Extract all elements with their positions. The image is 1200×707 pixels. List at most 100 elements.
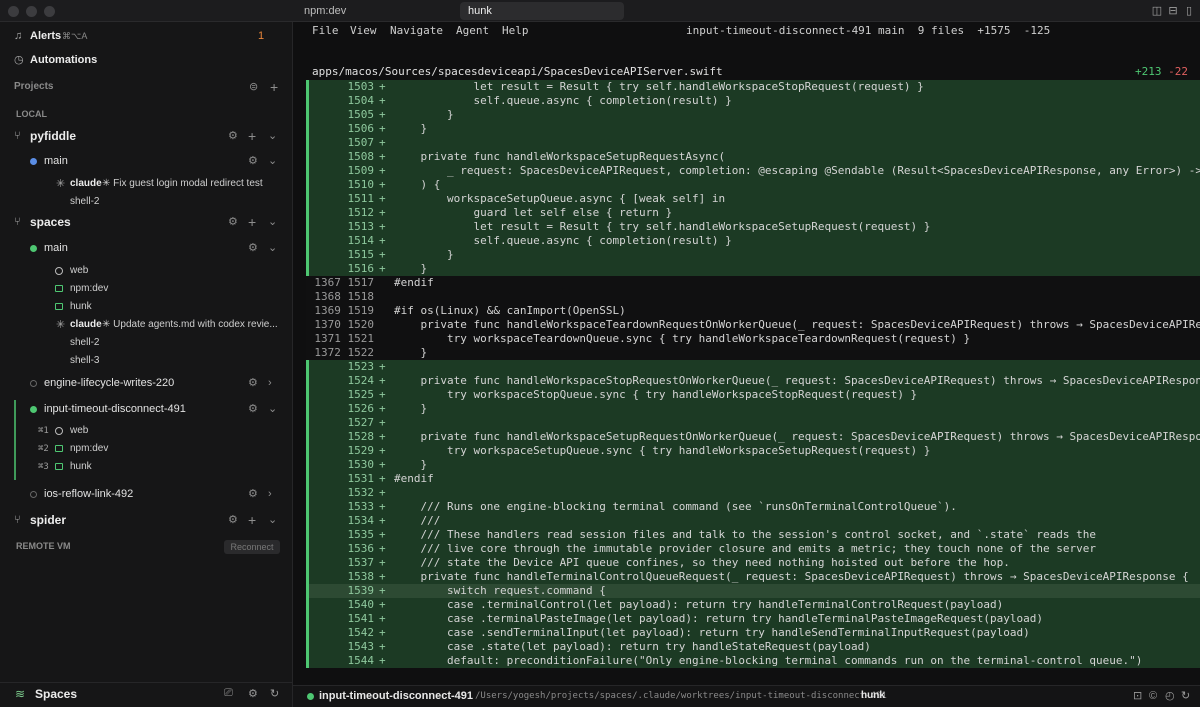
gear-icon[interactable]: ⚙ [248, 238, 258, 258]
diff-line-context[interactable]: 1367 1517 #endif [306, 276, 1200, 290]
chevron-right-icon[interactable]: › [268, 484, 272, 504]
diff-line-added[interactable]: 1526 + } [306, 402, 1200, 416]
sidebar-project-spaces[interactable]: ⑂ spaces ⚙ + ⌄ [0, 212, 293, 232]
diff-line-added[interactable]: 1536 + /// live core through the immutabl… [306, 542, 1200, 556]
sidebar-branch-input-timeout-disconnect-491[interactable]: input-timeout-disconnect-491 ⚙ ⌄ [0, 399, 293, 419]
diff-line-added[interactable]: 1527 + [306, 416, 1200, 430]
sidebar-session-npm-dev[interactable]: ⌘2 npm:dev [0, 439, 293, 459]
sidebar-session-hunk[interactable]: ⌘3 hunk [0, 457, 293, 477]
menu-help[interactable]: Help [502, 22, 529, 40]
add-icon[interactable]: + [248, 126, 256, 146]
diff-line-context[interactable]: 1369 1519 #if os(Linux) && canImport(Open… [306, 304, 1200, 318]
diff-line-added[interactable]: 1539 + switch request.command { [306, 584, 1200, 598]
tab-hunk[interactable]: hunk [460, 2, 624, 20]
sidebar-session-claude[interactable]: ✳ claude ✳ Update agents.md with codex rev… [0, 315, 293, 335]
chevron-down-icon[interactable]: ⌄ [268, 399, 277, 419]
sidebar-session-npm-dev[interactable]: npm:dev [0, 279, 293, 299]
diff-line-added[interactable]: 1503 + let result = Result { try self.han… [306, 80, 1200, 94]
diff-line-added[interactable]: 1508 + private func handleWorkspaceSetupR… [306, 150, 1200, 164]
sidebar-branch-main[interactable]: main ⚙ ⌄ [0, 238, 293, 258]
diff-line-added[interactable]: 1541 + case .terminalPasteImage(let paylo… [306, 612, 1200, 626]
menu-agent[interactable]: Agent [456, 22, 489, 40]
diff-view[interactable]: apps/macos/Sources/spacesdeviceapi/Space… [306, 64, 1200, 668]
gear-icon[interactable]: ⚙ [228, 126, 238, 146]
diff-line-context[interactable]: 1368 1518 [306, 290, 1200, 304]
refresh-icon[interactable]: ↻ [270, 687, 279, 700]
gear-icon[interactable]: ⚙ [228, 212, 238, 232]
diff-line-added[interactable]: 1540 + case .terminalControl(let payload)… [306, 598, 1200, 612]
sidebar-session-shell-2[interactable]: shell-2 [0, 333, 293, 353]
gear-icon[interactable]: ⚙ [228, 510, 238, 530]
sidebar-project-spider[interactable]: ⑂ spider ⚙ + ⌄ [0, 510, 293, 530]
diff-line-added[interactable]: 1523 + [306, 360, 1200, 374]
menu-navigate[interactable]: Navigate [390, 22, 443, 40]
terminal-icon[interactable]: ⊡ [1133, 686, 1142, 706]
diff-line-added[interactable]: 1514 + self.queue.async { completion(resu… [306, 234, 1200, 248]
close-window-button[interactable] [8, 6, 19, 17]
diff-line-added[interactable]: 1538 + private func handleTerminalControl… [306, 570, 1200, 584]
diff-line-added[interactable]: 1533 + /// Runs one engine-blocking termi… [306, 500, 1200, 514]
sidebar-session-web[interactable]: ⌘1 web [0, 421, 293, 441]
diff-line-added[interactable]: 1529 + try workspaceSetupQueue.sync { try… [306, 444, 1200, 458]
diff-line-added[interactable]: 1525 + try workspaceStopQueue.sync { try … [306, 388, 1200, 402]
sidebar-branch-engine-lifecycle-writes-220[interactable]: engine-lifecycle-writes-220 ⚙ › [0, 373, 293, 393]
settings-gear-icon[interactable]: ⚙ [248, 687, 258, 700]
chevron-right-icon[interactable]: › [268, 373, 272, 393]
diff-line-added[interactable]: 1509 + _ request: SpacesDeviceAPIRequest,… [306, 164, 1200, 178]
sidebar-session-web[interactable]: web [0, 261, 293, 281]
sidebar-session-claude[interactable]: ✳ claude ✳ Fix guest login modal redirect … [0, 174, 293, 194]
filter-icon[interactable]: ⊜ [249, 77, 258, 97]
add-project-icon[interactable]: + [270, 77, 278, 97]
diff-line-added[interactable]: 1516 + } [306, 262, 1200, 276]
sidebar-toggle-icon[interactable]: ▯ [1182, 4, 1196, 18]
chevron-down-icon[interactable]: ⌄ [268, 212, 277, 232]
zoom-window-button[interactable] [44, 6, 55, 17]
menu-file[interactable]: File [312, 22, 339, 40]
diff-line-added[interactable]: 1544 + default: preconditionFailure("Only… [306, 654, 1200, 668]
remote-devices-icon[interactable]: ⎚ [224, 687, 233, 700]
diff-line-added[interactable]: 1530 + } [306, 458, 1200, 472]
sidebar-branch-main[interactable]: main ⚙ ⌄ [0, 151, 293, 171]
gear-icon[interactable]: ⚙ [248, 484, 258, 504]
diff-line-added[interactable]: 1506 + } [306, 122, 1200, 136]
diff-line-added[interactable]: 1507 + [306, 136, 1200, 150]
diff-line-added[interactable]: 1511 + workspaceSetupQueue.async { [weak … [306, 192, 1200, 206]
reconnect-button[interactable]: Reconnect [224, 540, 280, 554]
diff-line-context[interactable]: 1370 1520 private func handleWorkspaceTe… [306, 318, 1200, 332]
diff-line-added[interactable]: 1534 + /// [306, 514, 1200, 528]
sidebar-session-shell-3[interactable]: shell-3 [0, 351, 293, 371]
sidebar-project-pyfiddle[interactable]: ⑂ pyfiddle ⚙ + ⌄ [0, 126, 293, 146]
diff-line-added[interactable]: 1531 + #endif [306, 472, 1200, 486]
diff-line-added[interactable]: 1504 + self.queue.async { completion(resu… [306, 94, 1200, 108]
add-icon[interactable]: + [248, 212, 256, 232]
sidebar-session-shell-2[interactable]: shell-2 [0, 192, 293, 212]
gear-icon[interactable]: ⚙ [248, 373, 258, 393]
sidebar-alerts[interactable]: ♫ Alerts ⌘⌥A 1 [0, 26, 293, 46]
diff-line-added[interactable]: 1542 + case .sendTerminalInput(let payloa… [306, 626, 1200, 640]
diff-line-added[interactable]: 1532 + [306, 486, 1200, 500]
sidebar-automations[interactable]: ◷ Automations [0, 50, 293, 70]
diff-line-added[interactable]: 1524 + private func handleWorkspaceStopRe… [306, 374, 1200, 388]
chevron-down-icon[interactable]: ⌄ [268, 510, 277, 530]
diff-line-context[interactable]: 1371 1521 try workspaceTeardownQueue.syn… [306, 332, 1200, 346]
chevron-down-icon[interactable]: ⌄ [268, 151, 277, 171]
refresh-status-icon[interactable]: ↻ [1181, 686, 1190, 706]
diff-line-added[interactable]: 1528 + private func handleWorkspaceSetupR… [306, 430, 1200, 444]
minimize-window-button[interactable] [26, 6, 37, 17]
history-icon[interactable]: ◴ [1165, 686, 1175, 706]
gear-icon[interactable]: ⚙ [248, 399, 258, 419]
menu-view[interactable]: View [350, 22, 377, 40]
diff-line-added[interactable]: 1510 + ) { [306, 178, 1200, 192]
chevron-down-icon[interactable]: ⌄ [268, 126, 277, 146]
diff-line-added[interactable]: 1513 + let result = Result { try self.han… [306, 220, 1200, 234]
sidebar-branch-ios-reflow-link-492[interactable]: ios-reflow-link-492 ⚙ › [0, 484, 293, 504]
split-horizontal-icon[interactable]: ◫ [1150, 4, 1164, 18]
diff-line-added[interactable]: 1505 + } [306, 108, 1200, 122]
diff-line-added[interactable]: 1512 + guard let self else { return } [306, 206, 1200, 220]
copy-icon[interactable]: © [1149, 686, 1157, 706]
diff-line-added[interactable]: 1537 + /// state the Device API queue con… [306, 556, 1200, 570]
gear-icon[interactable]: ⚙ [248, 151, 258, 171]
file-header[interactable]: apps/macos/Sources/spacesdeviceapi/Space… [306, 64, 1200, 80]
add-icon[interactable]: + [248, 510, 256, 530]
sidebar-session-hunk[interactable]: hunk [0, 297, 293, 317]
